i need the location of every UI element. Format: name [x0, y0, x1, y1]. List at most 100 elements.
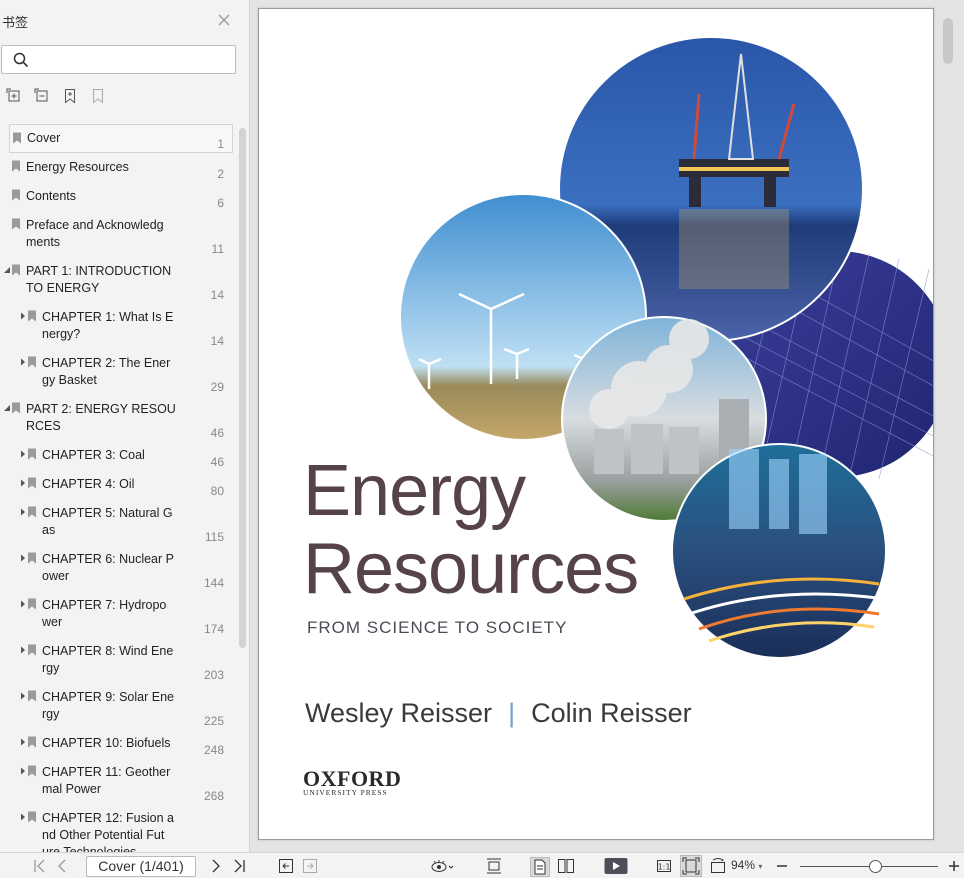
bookmark-page-number: 203: [203, 668, 224, 682]
status-bar: Cover (1/401) 1:1 94% ▾: [0, 852, 964, 878]
bookmark-page-number: 2: [217, 167, 224, 181]
bookmark-page-number: 29: [210, 380, 224, 394]
bookmark-icon: [11, 401, 21, 414]
bookmark-label: CHAPTER 5: Natural G as: [42, 506, 173, 537]
bookmark-label: CHAPTER 12: Fusion a nd Other Potential …: [42, 811, 174, 852]
cover-subtitle: FROM SCIENCE TO SOCIETY: [307, 618, 568, 637]
bookmark-icon: [27, 689, 37, 702]
bookmark-page-number: 248: [203, 743, 224, 757]
bookmark-icon: [27, 764, 37, 777]
bookmark-label: Energy Resources: [26, 160, 129, 174]
two-page-icon[interactable]: [557, 857, 575, 875]
bookmark-label: CHAPTER 10: Biofuels: [42, 736, 171, 750]
bookmark-item[interactable]: CHAPTER 7: Hydropo wer 174: [0, 591, 236, 637]
bookmark-icon: [27, 810, 37, 823]
bookmark-page-number: 144: [203, 576, 224, 590]
first-page-icon[interactable]: [32, 857, 46, 875]
next-page-icon[interactable]: [210, 857, 222, 875]
page-indicator[interactable]: Cover (1/401): [86, 856, 196, 877]
bookmark-page-number: 115: [204, 530, 224, 544]
expand-all-icon[interactable]: [6, 88, 24, 106]
previous-page-icon[interactable]: [56, 857, 68, 875]
read-mode-icon[interactable]: [430, 857, 454, 875]
close-icon[interactable]: [216, 12, 232, 28]
pdf-reader-window: 书签 Cover 1 Energy Resources 2 Contents 6 Pref: [0, 0, 964, 878]
bookmark-outline-icon[interactable]: [90, 88, 108, 106]
collapse-all-icon[interactable]: [34, 88, 52, 106]
bookmark-page-number: 268: [203, 789, 224, 803]
forward-view-icon[interactable]: [302, 857, 318, 875]
zoom-level-dropdown[interactable]: 94% ▾: [731, 858, 762, 872]
document-scrollbar[interactable]: [943, 18, 953, 64]
bookmark-page-number: 1: [217, 137, 224, 151]
bookmark-icon: [27, 643, 37, 656]
bookmark-item[interactable]: CHAPTER 9: Solar Ene rgy 225: [0, 683, 236, 729]
search-icon: [13, 52, 29, 68]
zoom-level: 94%: [731, 858, 756, 872]
bookmark-item[interactable]: CHAPTER 12: Fusion a nd Other Potential …: [0, 804, 236, 852]
bookmark-item[interactable]: Energy Resources 2: [0, 153, 236, 182]
bookmark-icon: [11, 217, 21, 230]
zoom-slider-thumb[interactable]: [869, 860, 883, 873]
author-2: Colin Reisser: [531, 698, 692, 728]
bookmark-item[interactable]: Preface and Acknowledg ments 11: [0, 211, 236, 257]
bookmark-item[interactable]: CHAPTER 11: Geother mal Power 268: [0, 758, 236, 804]
bookmark-label: CHAPTER 1: What Is E nergy?: [42, 310, 174, 341]
last-page-icon[interactable]: [233, 857, 247, 875]
bookmark-search-input[interactable]: [36, 50, 226, 70]
bookmark-item[interactable]: Cover 1: [9, 124, 233, 153]
bookmarks-panel-header: 书签: [0, 0, 249, 40]
bookmark-item[interactable]: CHAPTER 5: Natural G as 115: [0, 499, 236, 545]
bookmark-icon: [27, 476, 37, 489]
bookmark-icon: [27, 355, 37, 368]
author-separator: |: [508, 698, 516, 728]
bookmark-icon: [11, 263, 21, 276]
bookmark-label: PART 1: INTRODUCTION TO ENERGY: [26, 264, 172, 295]
bookmark-item[interactable]: CHAPTER 2: The Ener gy Basket 29: [0, 349, 236, 395]
bookmark-page-number: 46: [210, 455, 224, 469]
add-bookmark-icon[interactable]: [62, 88, 80, 106]
bookmark-label: CHAPTER 9: Solar Ene rgy: [42, 690, 174, 721]
bookmark-page-number: 14: [210, 334, 224, 348]
bookmark-label: CHAPTER 11: Geother mal Power: [42, 765, 171, 796]
bookmark-label: PART 2: ENERGY RESOU RCES: [26, 402, 176, 433]
bookmark-label: CHAPTER 4: Oil: [42, 477, 135, 491]
zoom-in-icon[interactable]: [948, 857, 960, 875]
bookmark-scrollbar[interactable]: [239, 128, 246, 648]
bookmark-icon: [27, 735, 37, 748]
bookmark-page-number: 11: [211, 242, 224, 256]
bookmark-page-number: 80: [210, 484, 224, 498]
bookmark-item[interactable]: CHAPTER 4: Oil 80: [0, 470, 236, 499]
zoom-out-icon[interactable]: [776, 857, 788, 875]
author-1: Wesley Reisser: [305, 698, 493, 728]
rotate-page-icon[interactable]: [709, 857, 727, 875]
bookmark-label: Cover: [27, 131, 61, 145]
bookmarks-panel-title: 书签: [2, 15, 29, 30]
bookmark-item[interactable]: CHAPTER 6: Nuclear P ower 144: [0, 545, 236, 591]
cover-title-line-1: Energy: [303, 451, 526, 531]
continuous-scroll-icon[interactable]: [486, 857, 502, 875]
bookmark-item[interactable]: CHAPTER 1: What Is E nergy? 14: [0, 303, 236, 349]
bookmark-label: Contents: [26, 189, 77, 203]
single-page-icon[interactable]: [530, 857, 550, 877]
bookmark-icon: [12, 131, 22, 144]
bookmark-item[interactable]: CHAPTER 3: Coal 46: [0, 441, 236, 470]
bookmark-item[interactable]: CHAPTER 10: Biofuels 248: [0, 729, 236, 758]
actual-size-icon[interactable]: 1:1: [656, 857, 672, 875]
fit-page-icon[interactable]: [680, 855, 702, 877]
bookmark-icon: [11, 188, 21, 201]
bookmark-page-number: 6: [217, 196, 224, 210]
bookmark-item[interactable]: Contents 6: [0, 182, 236, 211]
cover-title-line-2: Resources: [303, 529, 639, 609]
bookmark-icon: [27, 447, 37, 460]
bookmark-icon: [11, 159, 21, 172]
bookmark-item[interactable]: PART 1: INTRODUCTION TO ENERGY 14: [0, 257, 236, 303]
play-slideshow-icon[interactable]: [604, 857, 628, 875]
bookmark-item[interactable]: PART 2: ENERGY RESOU RCES 46: [0, 395, 236, 441]
bookmark-label: CHAPTER 6: Nuclear P ower: [42, 552, 174, 583]
publisher-subtitle: UNIVERSITY PRESS: [303, 788, 388, 797]
bookmarks-panel: 书签 Cover 1 Energy Resources 2 Contents 6 Pref: [0, 0, 250, 852]
bookmark-item[interactable]: CHAPTER 8: Wind Ene rgy 203: [0, 637, 236, 683]
bookmark-search-box[interactable]: [1, 45, 236, 74]
back-view-icon[interactable]: [278, 857, 294, 875]
